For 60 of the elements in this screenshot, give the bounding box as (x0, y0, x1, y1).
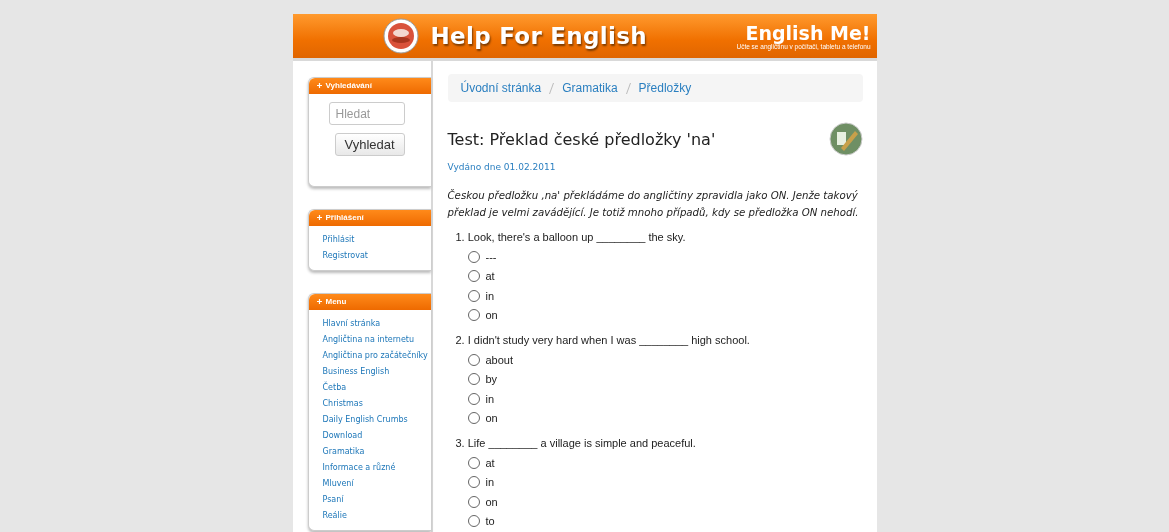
radio-button[interactable] (467, 373, 480, 386)
sidebar-link[interactable]: Četba (322, 381, 431, 394)
box-title: Menu (325, 297, 347, 306)
radio-button[interactable] (467, 289, 480, 302)
answer-option[interactable]: in (467, 389, 863, 409)
answer-option[interactable]: on (467, 492, 863, 512)
box-title: Vyhledávání (325, 81, 372, 90)
sidebar-link[interactable]: Informace a různé (322, 461, 431, 474)
plus-icon (316, 299, 322, 304)
question-text: 1. Look, there's a balloon up ________ the sky. (455, 230, 687, 245)
plus-icon (316, 215, 322, 220)
publish-date: Vydáno dne 01.02.2011 (447, 162, 557, 172)
box-title: Přihlášení (325, 213, 364, 222)
radio-button[interactable] (467, 476, 480, 489)
intro-paragraph: Českou předložku ,na' překládáme do angličtiny zpravidla jako ON. Jenže takový překlad je velmi zavádějící. Je totiž mnoho případů, kdy se předložka ON nehodí. (447, 188, 860, 220)
question-text: 3. Life ________ a village is simple and peaceful. (455, 436, 697, 451)
radio-button[interactable] (467, 270, 480, 283)
radio-button[interactable] (467, 456, 480, 469)
sidebar-link[interactable]: Christmas (322, 397, 431, 410)
sidebar-link[interactable]: Mluvení (322, 477, 431, 490)
sidebar-link[interactable]: Angličtina na internetu (322, 333, 431, 346)
search-button[interactable]: Vyhledat (334, 133, 405, 156)
radio-button[interactable] (467, 515, 480, 528)
sidebar-link[interactable]: Reálie (322, 509, 431, 522)
answer-option[interactable]: in (467, 472, 863, 492)
lifebuoy-icon (382, 18, 419, 54)
radio-button[interactable] (467, 353, 480, 366)
search-field[interactable]: Hledat (328, 102, 405, 125)
sidebar-link[interactable]: Psaní (322, 493, 431, 506)
sidebar-link[interactable]: Business English (322, 365, 431, 378)
radio-button[interactable] (467, 392, 480, 405)
sidebar-link[interactable]: Přihlásit (322, 233, 431, 246)
answer-option[interactable]: --- (467, 247, 863, 267)
answer-option[interactable]: to (467, 511, 863, 531)
sidebar-link[interactable]: Hlavní stránka (322, 317, 431, 330)
article-title: Test: Překlad české předložky 'na' (447, 129, 716, 149)
question-text: 2. I didn't study very hard when I was ________ high school. (455, 333, 751, 348)
brand-name: English Me! (745, 22, 871, 43)
radio-button[interactable] (467, 495, 480, 508)
sidebar-link[interactable]: Daily English Crumbs (322, 413, 431, 426)
radio-button[interactable] (467, 250, 480, 263)
answer-option[interactable]: about (467, 350, 863, 370)
breadcrumb-link[interactable]: Předložky (638, 81, 692, 95)
sidebar-link[interactable]: Angličtina pro začátečníky (322, 349, 431, 362)
answer-option[interactable]: at (467, 453, 863, 473)
sidebar-link[interactable]: Registrovat (322, 249, 431, 262)
answer-option[interactable]: on (467, 408, 863, 428)
radio-button[interactable] (467, 412, 480, 425)
answer-option[interactable]: in (467, 286, 863, 306)
plus-icon (316, 83, 322, 88)
breadcrumb-link[interactable]: Úvodní stránka (460, 81, 542, 95)
sidebar-link[interactable]: Download (322, 429, 431, 442)
breadcrumb-link[interactable]: Gramatika (562, 81, 618, 95)
site-title: Help For English (430, 23, 647, 49)
radio-button[interactable] (467, 309, 480, 322)
sidebar-link[interactable]: Gramatika (322, 445, 431, 458)
answer-option[interactable]: by (467, 369, 863, 389)
answer-option[interactable]: at (467, 266, 863, 286)
pencil-icon (828, 122, 863, 156)
answer-option[interactable]: on (467, 305, 863, 325)
